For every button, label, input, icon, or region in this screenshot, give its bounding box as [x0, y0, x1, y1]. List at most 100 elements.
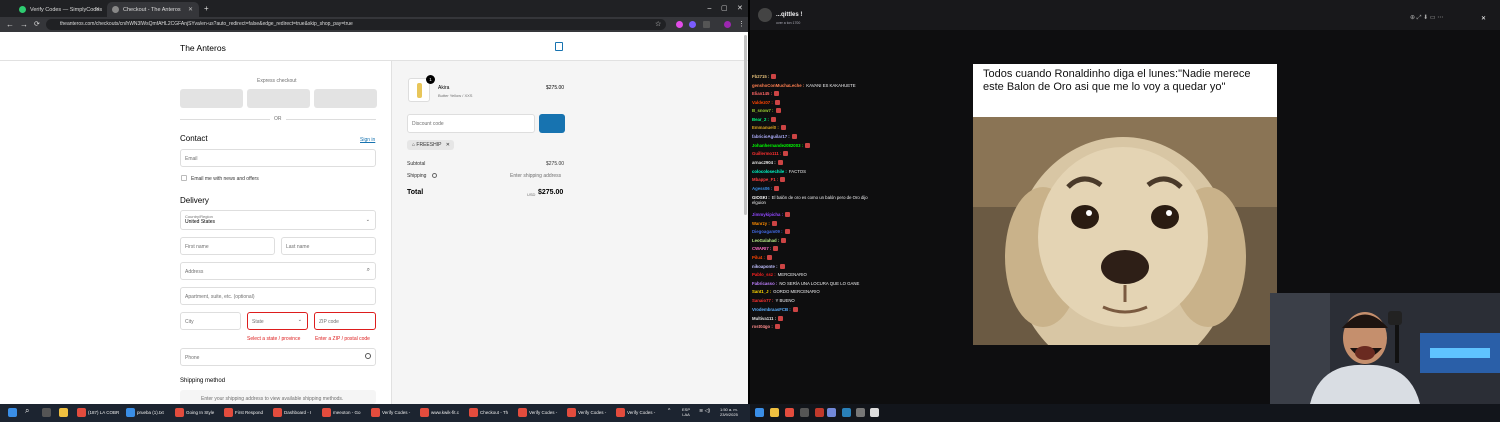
app-icon-2[interactable] — [800, 408, 811, 417]
taskbar-window-button[interactable]: Checkout - Th — [469, 408, 508, 417]
bookmark-star-icon[interactable]: ☆ — [655, 19, 661, 30]
chat-username[interactable]: CWARI7 : — [752, 246, 771, 251]
taskview-icon[interactable] — [42, 408, 53, 417]
language-indicator[interactable]: ESP LAA — [682, 407, 690, 417]
chat-username[interactable]: genshoConMuchaLeche : — [752, 83, 804, 88]
chat-username[interactable]: Valdez07 : — [752, 100, 773, 105]
maximize-icon[interactable]: ▢ — [721, 3, 728, 14]
express-pay-button[interactable] — [247, 89, 310, 108]
sign-in-link[interactable]: Sign in — [360, 137, 375, 143]
wifi-icon[interactable]: ≋ ◁) — [699, 408, 710, 414]
channel-name[interactable]: ...qittles ! — [776, 12, 802, 18]
back-icon[interactable]: ← — [6, 19, 14, 30]
country-select[interactable]: Country/Region United States ⌄ — [180, 210, 376, 230]
chat-username[interactable]: nikoaponte : — [752, 264, 778, 269]
start-icon-2[interactable] — [755, 408, 766, 417]
taskbar-window-button[interactable]: Verify Codes - — [616, 408, 655, 417]
taskbar-window-button[interactable]: meeoton - Go — [322, 408, 361, 417]
express-pay-button[interactable] — [314, 89, 377, 108]
url-input[interactable]: theanteros.com/checkouts/cn/hWN3lWsQmfAH… — [46, 19, 666, 30]
state-select[interactable]: State ⌄ — [247, 312, 308, 330]
chat-username[interactable]: B_snow7 : — [752, 108, 774, 113]
taskbar-window-button[interactable]: Going In Style — [175, 408, 214, 417]
reload-icon[interactable]: ⟳ — [34, 19, 40, 30]
app-icon-2[interactable] — [815, 408, 826, 417]
chat-username[interactable]: LeoGalahad : — [752, 238, 779, 243]
window-controls[interactable]: ⊕ ⤢ ⬇ ▭ ⋯ — [1410, 14, 1443, 22]
extension-icon[interactable] — [689, 21, 696, 28]
tab-verify-codes[interactable]: Verify Codes — SimplyCodes ✕ — [14, 2, 106, 17]
chat-username[interactable]: Johanhernandez082003 : — [752, 143, 803, 148]
search-icon[interactable]: ⌕ — [25, 406, 29, 416]
menu-dots-icon[interactable]: ⋮ — [738, 19, 745, 30]
profile-avatar[interactable] — [724, 21, 731, 28]
help-icon[interactable] — [365, 353, 371, 359]
taskbar-window-button[interactable]: Verify Codes - — [371, 408, 410, 417]
folder-icon-2[interactable] — [770, 408, 781, 417]
chat-username[interactable]: Bear_2 : — [752, 117, 769, 122]
chat-username[interactable]: Sanaio77 : — [752, 298, 774, 303]
news-checkbox[interactable] — [181, 175, 187, 181]
chat-username[interactable]: rost04go : — [752, 324, 773, 329]
taskbar-window-button[interactable]: prueba (1).txt — [126, 408, 164, 417]
taskbar-window-button[interactable]: www.kwik-fit.c — [420, 408, 459, 417]
apartment-field[interactable]: Apartment, suite, etc. (optional) — [180, 287, 376, 305]
settings-icon-2[interactable] — [856, 408, 867, 417]
chat-username[interactable]: Multiva111 : — [752, 316, 776, 321]
app-icon-2[interactable] — [842, 408, 853, 417]
app-icon-2[interactable] — [870, 408, 881, 417]
info-icon[interactable] — [432, 173, 437, 178]
extension-icon[interactable] — [676, 21, 683, 28]
new-tab-button[interactable]: + — [204, 3, 209, 14]
tab-checkout[interactable]: Checkout - The Anteros ✕ — [107, 2, 199, 17]
forward-icon[interactable]: → — [20, 19, 28, 30]
address-field[interactable]: Address ⌕ — [180, 262, 376, 280]
close-stream-icon[interactable]: ✕ — [1481, 15, 1486, 22]
taskbar-window-button[interactable]: Verify Codes - — [518, 408, 557, 417]
last-name-field[interactable]: Last name — [281, 237, 376, 255]
chat-username[interactable]: Guillermo111 : — [752, 151, 781, 156]
phone-field[interactable]: Phone — [180, 348, 376, 366]
scrollbar[interactable] — [744, 35, 747, 215]
discount-code-field[interactable]: Discount code — [407, 114, 535, 133]
close-window-icon[interactable]: ✕ — [737, 3, 743, 14]
shopping-bag-icon[interactable] — [555, 42, 563, 51]
channel-avatar[interactable] — [758, 8, 772, 22]
chat-username[interactable]: Sant1_J : — [752, 289, 771, 294]
app-icon-2[interactable] — [827, 408, 838, 417]
chat-username[interactable]: Agess06 : — [752, 186, 772, 191]
chat-username[interactable]: Fb2715 : — [752, 74, 769, 79]
zip-field[interactable]: ZIP code — [314, 312, 376, 330]
chat-username[interactable]: Elian145 : — [752, 91, 772, 96]
minimize-icon[interactable]: − — [707, 3, 712, 14]
chat-username[interactable]: arnac2904 : — [752, 160, 776, 165]
email-field[interactable]: Email — [180, 149, 376, 167]
chat-username[interactable]: VrodembraasFCB : — [752, 307, 791, 312]
chat-username[interactable]: colocolosechile : — [752, 169, 787, 174]
file-explorer-icon[interactable] — [59, 408, 70, 417]
city-field[interactable]: City — [180, 312, 241, 330]
chat-username[interactable]: Emmanuel0 : — [752, 125, 779, 130]
clock[interactable]: 1:50 a. m. 23/9/2025 — [720, 407, 738, 417]
taskbar-window-button[interactable]: Dashboard - I — [273, 408, 311, 417]
tray-chevron-icon[interactable]: ^ — [668, 408, 670, 414]
taskbar-window-button[interactable]: Verify Codes - — [567, 408, 606, 417]
windows-start-icon[interactable] — [8, 408, 19, 417]
chat-username[interactable]: fabricioAguilar17 : — [752, 134, 790, 139]
taskbar-window-button[interactable]: (187) LA COBR — [77, 408, 119, 417]
first-name-field[interactable]: First name — [180, 237, 275, 255]
chat-username[interactable]: Mbappe_F1 : — [752, 177, 778, 182]
chat-username[interactable]: Fabricasso : — [752, 281, 777, 286]
close-tab-icon[interactable]: ✕ — [95, 6, 100, 13]
express-pay-button[interactable] — [180, 89, 243, 108]
store-name[interactable]: The Anteros — [180, 43, 226, 53]
apply-discount-button[interactable] — [539, 114, 565, 133]
chat-username[interactable]: Pablo_ssz : — [752, 272, 776, 277]
chat-username[interactable]: Jimmykipicha : — [752, 212, 783, 217]
chat-username[interactable]: Wanrzy : — [752, 221, 770, 226]
chat-username[interactable]: Diegoagam09 : — [752, 229, 783, 234]
chrome-icon-2[interactable] — [785, 408, 796, 417]
chat-username[interactable]: Pilu4 : — [752, 255, 765, 260]
remove-discount-icon[interactable]: ✕ — [446, 142, 450, 148]
extensions-puzzle-icon[interactable] — [703, 21, 710, 28]
